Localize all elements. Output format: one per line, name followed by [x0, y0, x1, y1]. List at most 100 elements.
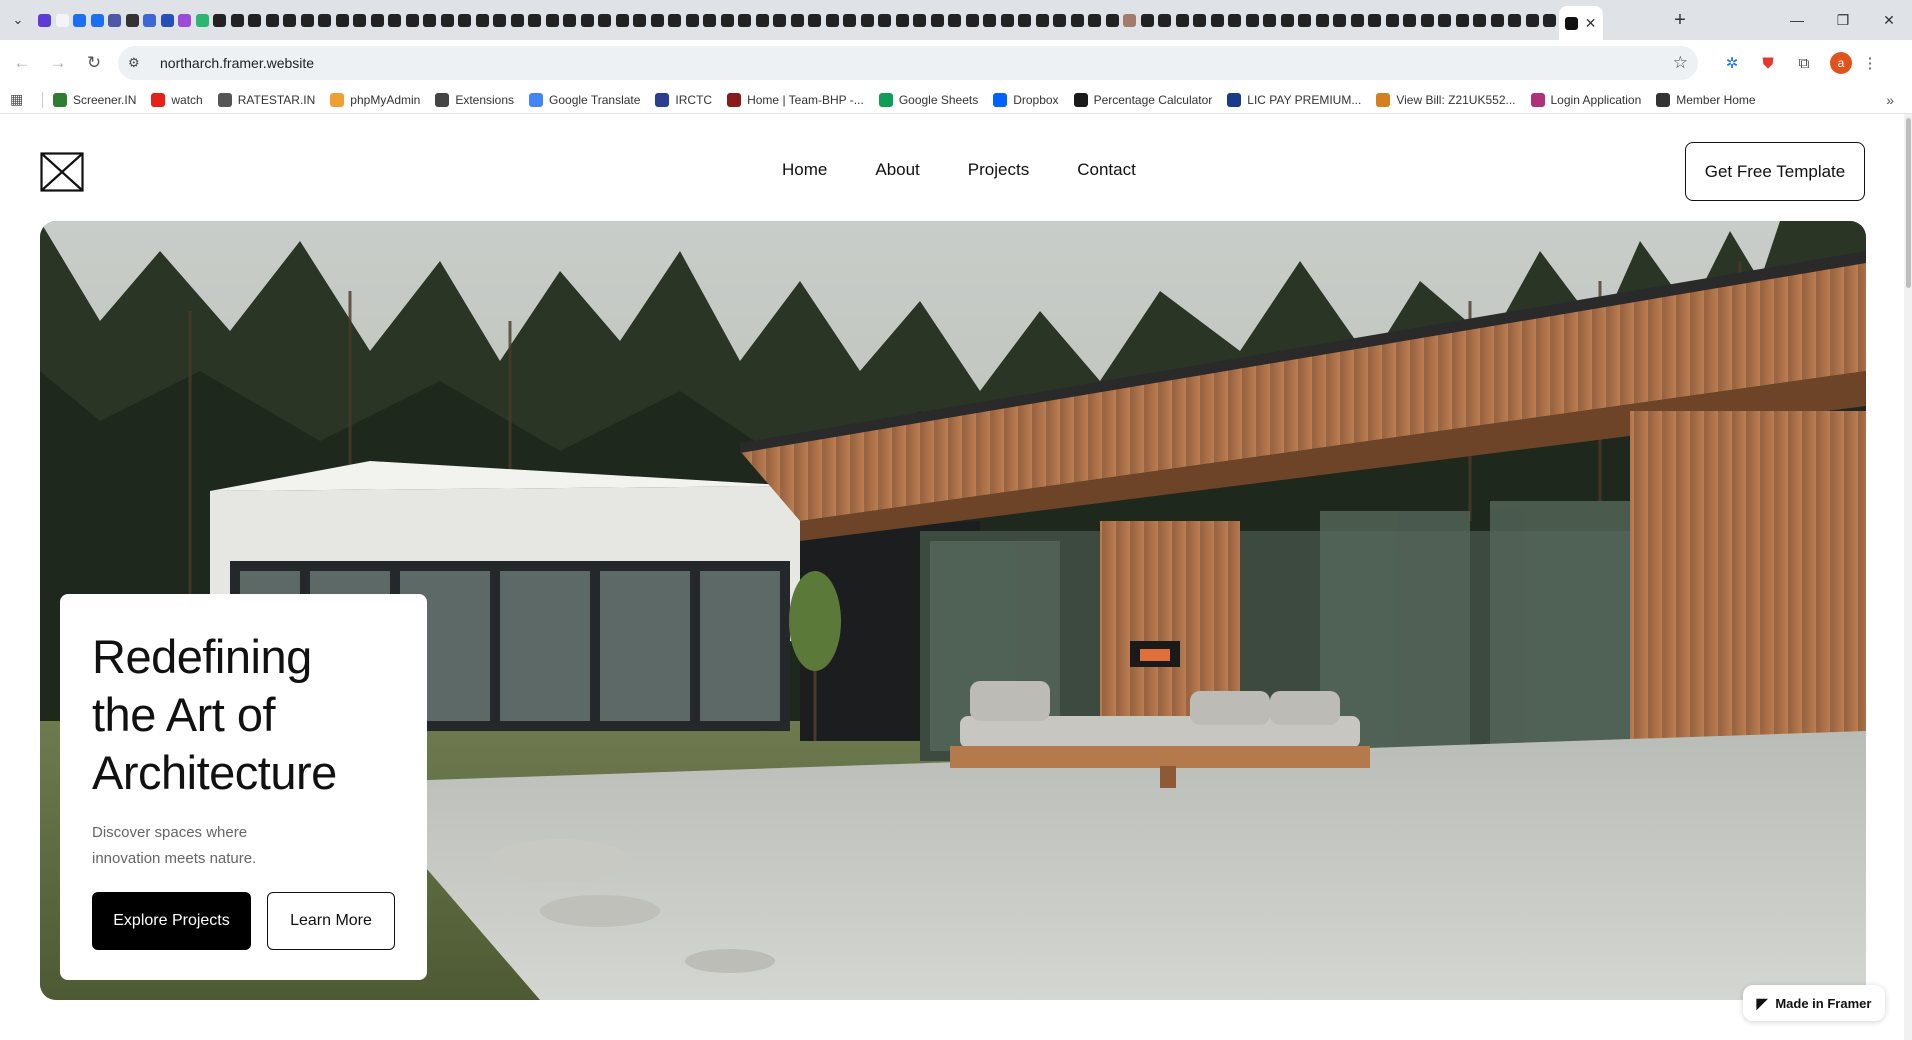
- back-icon[interactable]: ←: [4, 45, 40, 81]
- pinned-tab[interactable]: [929, 0, 947, 40]
- pinned-tab[interactable]: [981, 0, 999, 40]
- pinned-tab[interactable]: [894, 0, 912, 40]
- nav-about-link[interactable]: About: [875, 160, 919, 180]
- pinned-tab[interactable]: [1331, 0, 1349, 40]
- pinned-tab[interactable]: [964, 0, 982, 40]
- pinned-tab[interactable]: [561, 0, 579, 40]
- pinned-tab[interactable]: [334, 0, 352, 40]
- pinned-tab[interactable]: [1156, 0, 1174, 40]
- pinned-tab[interactable]: [246, 0, 264, 40]
- pinned-tab[interactable]: [141, 0, 159, 40]
- pinned-tab[interactable]: [36, 0, 54, 40]
- pinned-tab[interactable]: [1489, 0, 1507, 40]
- pinned-tab[interactable]: [946, 0, 964, 40]
- bookmark-item[interactable]: RATESTAR.IN: [217, 92, 315, 107]
- pinned-tab[interactable]: [614, 0, 632, 40]
- bookmark-item[interactable]: phpMyAdmin: [330, 92, 420, 107]
- made-in-framer-badge[interactable]: ◤ Made in Framer: [1743, 985, 1885, 1021]
- address-bar[interactable]: ⚙ northarch.framer.website ☆: [118, 46, 1698, 80]
- pinned-tab[interactable]: [876, 0, 894, 40]
- pinned-tab[interactable]: [281, 0, 299, 40]
- pinned-tab[interactable]: [1366, 0, 1384, 40]
- pinned-tab[interactable]: [351, 0, 369, 40]
- pinned-tab[interactable]: [1086, 0, 1104, 40]
- restore-icon[interactable]: ❐: [1820, 0, 1866, 40]
- get-free-template-button[interactable]: Get Free Template: [1685, 142, 1865, 201]
- pinned-tab[interactable]: [54, 0, 72, 40]
- bookmark-item[interactable]: Member Home: [1656, 92, 1756, 107]
- pinned-tab[interactable]: [806, 0, 824, 40]
- learn-more-button[interactable]: Learn More: [267, 892, 395, 950]
- extensions-puzzle-icon[interactable]: ⧉: [1786, 45, 1822, 81]
- pinned-tab[interactable]: [194, 0, 212, 40]
- pinned-tab[interactable]: [631, 0, 649, 40]
- pinned-tab[interactable]: [719, 0, 737, 40]
- pinned-tab[interactable]: [1471, 0, 1489, 40]
- page-scrollbar-thumb[interactable]: [1906, 118, 1911, 288]
- bookmark-item[interactable]: Dropbox: [993, 92, 1059, 107]
- profile-avatar[interactable]: a: [1830, 52, 1852, 74]
- nav-projects-link[interactable]: Projects: [968, 160, 1029, 180]
- pinned-tab[interactable]: [596, 0, 614, 40]
- shield-extension-icon[interactable]: ⛊: [1750, 45, 1786, 81]
- pinned-tab[interactable]: [999, 0, 1017, 40]
- pinned-tab[interactable]: [1524, 0, 1542, 40]
- pinned-tab[interactable]: [456, 0, 474, 40]
- pinned-tab[interactable]: [1209, 0, 1227, 40]
- pinned-tab[interactable]: [911, 0, 929, 40]
- pinned-tab[interactable]: [369, 0, 387, 40]
- pinned-tab[interactable]: [1384, 0, 1402, 40]
- pinned-tab[interactable]: [771, 0, 789, 40]
- pinned-tab[interactable]: [264, 0, 282, 40]
- pinned-tab[interactable]: [1296, 0, 1314, 40]
- pinned-tab[interactable]: [509, 0, 527, 40]
- pinned-tab[interactable]: [386, 0, 404, 40]
- pinned-tab[interactable]: [1541, 0, 1559, 40]
- site-info-icon[interactable]: ⚙: [128, 55, 150, 71]
- pinned-tab[interactable]: [1016, 0, 1034, 40]
- pinned-tab[interactable]: [701, 0, 719, 40]
- bookmark-item[interactable]: Google Sheets: [878, 92, 978, 107]
- pinned-tab[interactable]: [1069, 0, 1087, 40]
- pinned-tab[interactable]: [159, 0, 177, 40]
- pinned-tab[interactable]: [299, 0, 317, 40]
- pinned-tab[interactable]: [736, 0, 754, 40]
- pinned-tab[interactable]: [1436, 0, 1454, 40]
- pinned-tab[interactable]: [1401, 0, 1419, 40]
- new-tab-button[interactable]: +: [1662, 0, 1698, 40]
- pinned-tab[interactable]: [176, 0, 194, 40]
- bookmark-item[interactable]: IRCTC: [655, 92, 712, 107]
- url-text[interactable]: northarch.framer.website: [160, 55, 1673, 71]
- pinned-tab[interactable]: [1419, 0, 1437, 40]
- pinned-tab[interactable]: [1121, 0, 1139, 40]
- pinned-tab[interactable]: [1244, 0, 1262, 40]
- pinned-tab[interactable]: [1034, 0, 1052, 40]
- pinned-tab[interactable]: [421, 0, 439, 40]
- pinned-tab[interactable]: [404, 0, 422, 40]
- bookmark-star-icon[interactable]: ☆: [1673, 53, 1688, 73]
- bookmark-item[interactable]: watch: [151, 92, 203, 107]
- pinned-tab[interactable]: [526, 0, 544, 40]
- pinned-tab[interactable]: [1051, 0, 1069, 40]
- pinned-tab[interactable]: [1139, 0, 1157, 40]
- extension-icon[interactable]: ✲: [1714, 45, 1750, 81]
- reload-icon[interactable]: ↻: [76, 45, 112, 81]
- active-tab[interactable]: ✕: [1558, 6, 1603, 40]
- pinned-tab[interactable]: [754, 0, 772, 40]
- pinned-tab[interactable]: [1349, 0, 1367, 40]
- pinned-tab[interactable]: [859, 0, 877, 40]
- pinned-tab[interactable]: [684, 0, 702, 40]
- pinned-tab[interactable]: [1261, 0, 1279, 40]
- pinned-tab[interactable]: [211, 0, 229, 40]
- pinned-tab[interactable]: [1104, 0, 1122, 40]
- pinned-tab[interactable]: [1314, 0, 1332, 40]
- pinned-tab[interactable]: [229, 0, 247, 40]
- nav-home-link[interactable]: Home: [782, 160, 827, 180]
- more-bookmarks-icon[interactable]: »: [1886, 92, 1894, 108]
- pinned-tab[interactable]: [474, 0, 492, 40]
- minimize-icon[interactable]: —: [1774, 0, 1820, 40]
- bookmark-item[interactable]: View Bill: Z21UK552...: [1376, 92, 1516, 107]
- pinned-tab[interactable]: [1279, 0, 1297, 40]
- pinned-tab[interactable]: [491, 0, 509, 40]
- pinned-tab[interactable]: [124, 0, 142, 40]
